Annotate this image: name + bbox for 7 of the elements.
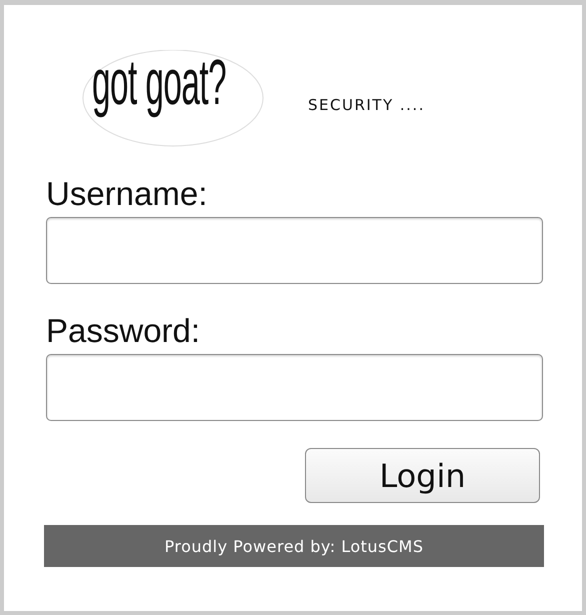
field-label: Password:: [46, 312, 200, 350]
login-button[interactable]: Login: [305, 448, 540, 503]
field-label: Username:: [46, 175, 208, 213]
input-field[interactable]: [46, 217, 543, 284]
tagline: SECURITY ....: [308, 96, 425, 114]
footer: Proudly Powered by: LotusCMS: [44, 525, 544, 567]
input-field[interactable]: [46, 354, 543, 421]
